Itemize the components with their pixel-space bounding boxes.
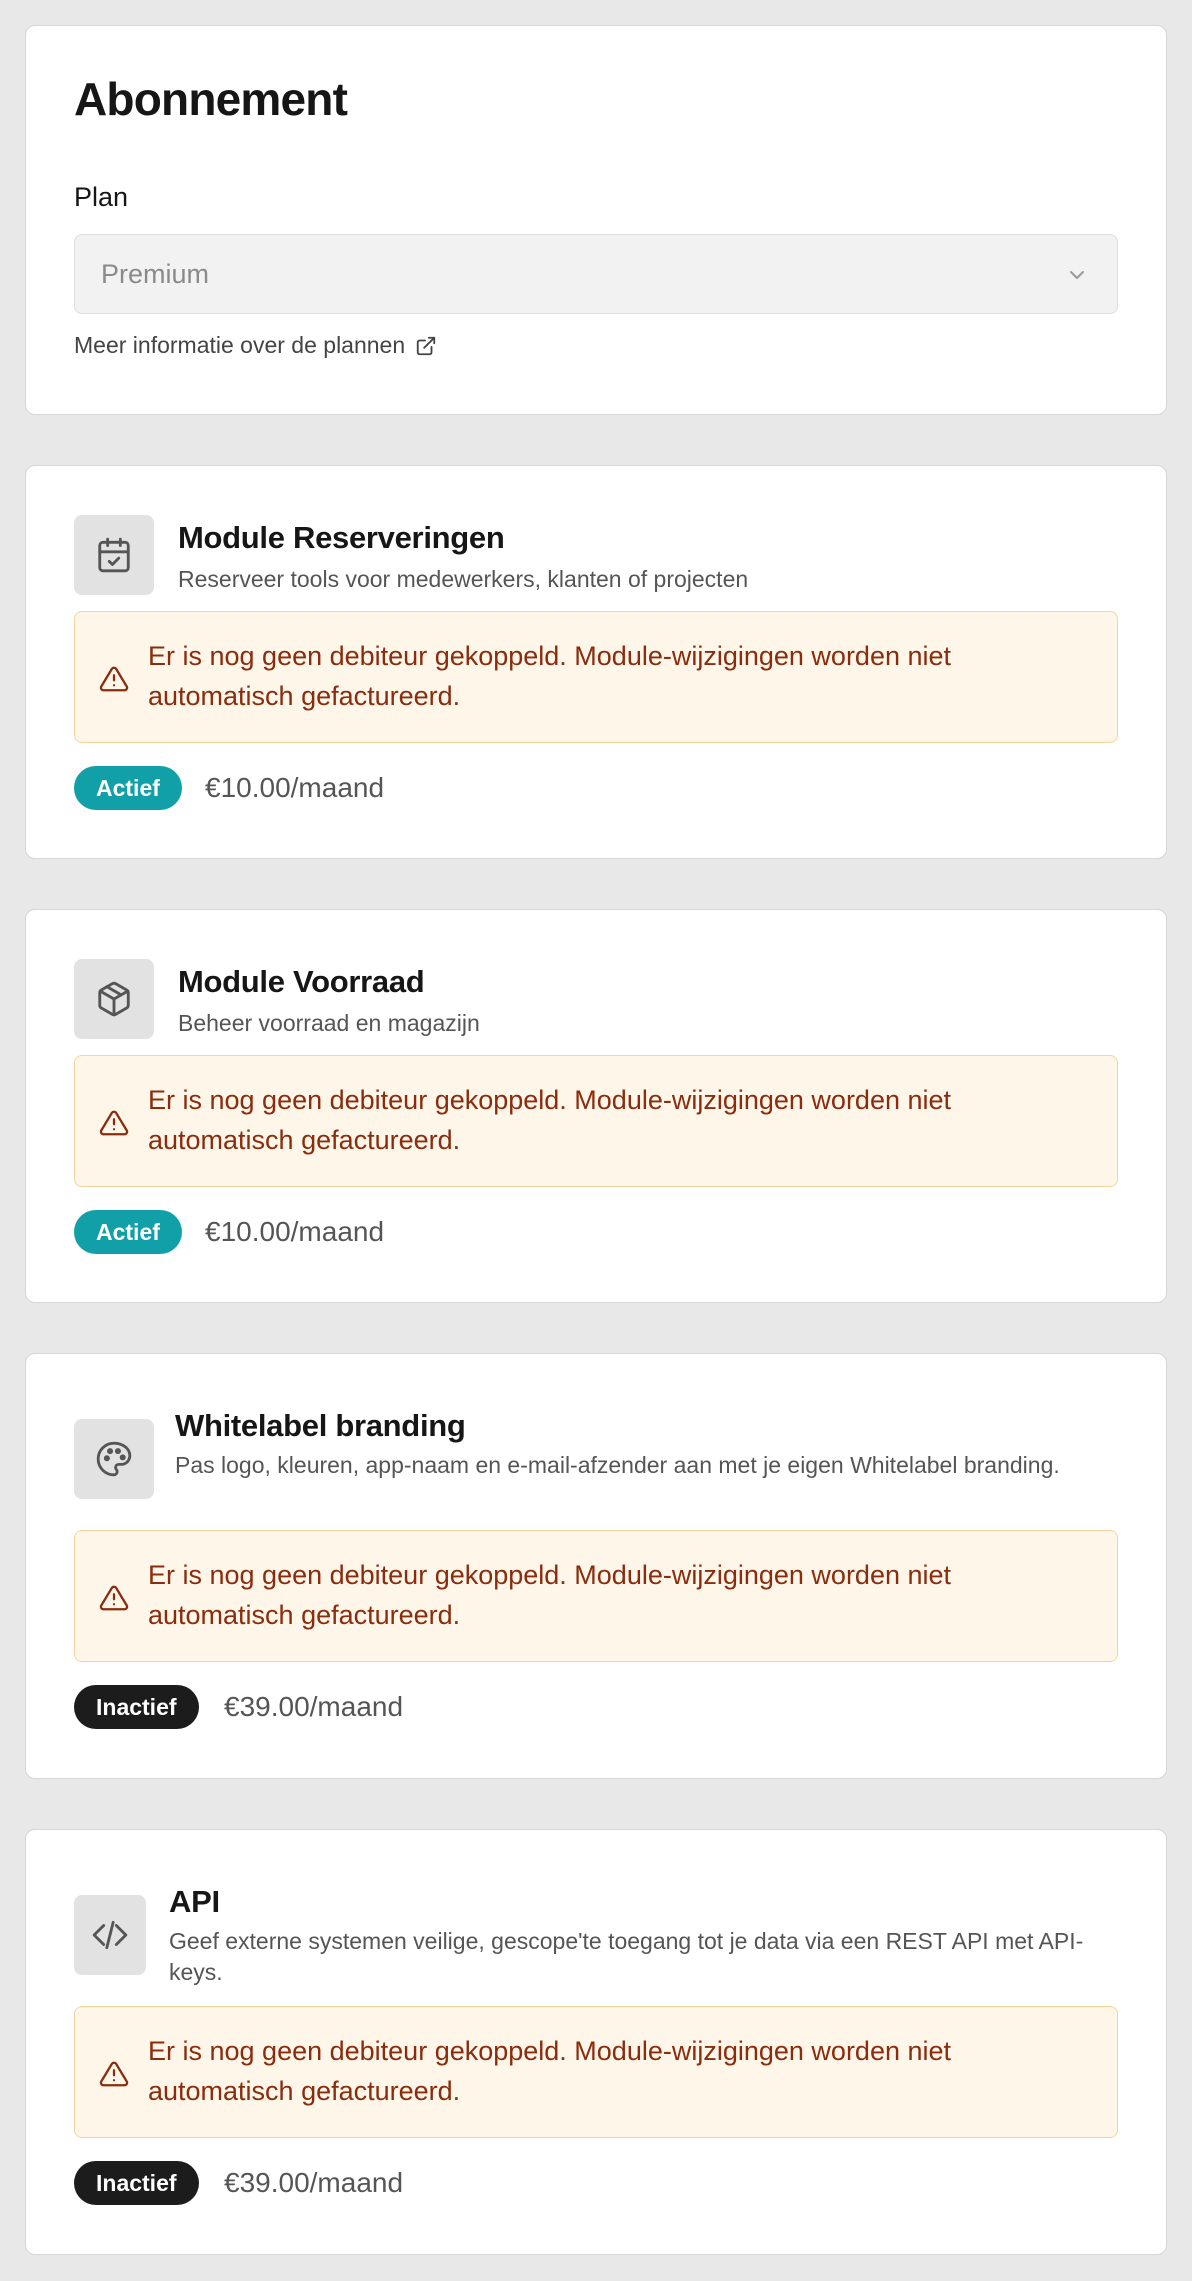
module-price: €39.00/maand [224, 1691, 404, 1722]
calendar-check-icon [98, 537, 130, 573]
module-title: Module Voorraad [178, 964, 425, 999]
warning-triangle-icon [99, 1585, 129, 1611]
billing-warning-text: Er is nog geen debiteur gekoppeld. Modul… [148, 2036, 952, 2106]
module-price: €39.00/maand [224, 2167, 404, 2198]
billing-warning-text: Er is nog geen debiteur gekoppeld. Modul… [148, 1085, 952, 1155]
chevron-down-icon [1070, 271, 1084, 279]
external-link-icon [416, 336, 436, 355]
warning-triangle-icon [99, 1110, 129, 1136]
package-icon [98, 981, 130, 1017]
module-icon-container [74, 1895, 146, 1975]
module-price: €10.00/maand [205, 1216, 385, 1247]
palette-icon [96, 1441, 132, 1477]
warning-triangle-icon [99, 666, 129, 692]
module-card-voorraad: Module Voorraad Beheer voorraad en magaz… [25, 909, 1167, 1303]
billing-warning: Er is nog geen debiteur gekoppeld. Modul… [74, 2006, 1118, 2138]
plan-select-value: Premium [101, 259, 210, 289]
status-badge: Inactief [74, 2161, 199, 2205]
module-description: Reserveer tools voor medewerkers, klante… [178, 566, 749, 592]
billing-warning: Er is nog geen debiteur gekoppeld. Modul… [74, 1055, 1118, 1187]
module-title: Module Reserveringen [178, 520, 505, 555]
code-icon [92, 1920, 128, 1950]
subscription-card: Abonnement Plan Premium Meer informatie … [25, 25, 1167, 415]
module-icon-container [74, 1419, 154, 1499]
module-icon-container [74, 959, 154, 1039]
module-description: Geef externe systemen veilige, gescope't… [169, 1928, 1084, 1985]
module-icon-container [74, 515, 154, 595]
module-price: €10.00/maand [205, 772, 385, 803]
module-title: Whitelabel branding [175, 1408, 466, 1443]
module-description: Beheer voorraad en magazijn [178, 1010, 480, 1036]
plans-info-link[interactable]: Meer informatie over de plannen [74, 332, 437, 359]
status-badge: Actief [74, 1210, 182, 1254]
billing-warning-text: Er is nog geen debiteur gekoppeld. Modul… [148, 1560, 952, 1630]
module-card-api: API Geef externe systemen veilige, gesco… [25, 1829, 1167, 2255]
billing-warning-text: Er is nog geen debiteur gekoppeld. Modul… [148, 641, 952, 711]
status-badge: Actief [74, 766, 182, 810]
plan-label: Plan [74, 182, 129, 212]
module-description: Pas logo, kleuren, app-naam en e-mail-af… [175, 1452, 1060, 1478]
plans-info-link-label: Meer informatie over de plannen [74, 332, 406, 358]
billing-warning: Er is nog geen debiteur gekoppeld. Modul… [74, 1530, 1118, 1662]
module-card-reserveringen: Module Reserveringen Reserveer tools voo… [25, 465, 1167, 859]
plan-select[interactable]: Premium [74, 234, 1118, 314]
module-card-whitelabel: Whitelabel branding Pas logo, kleuren, a… [25, 1353, 1167, 1779]
warning-triangle-icon [99, 2061, 129, 2087]
subscription-title: Abonnement [74, 73, 348, 125]
module-title: API [169, 1884, 220, 1919]
billing-warning: Er is nog geen debiteur gekoppeld. Modul… [74, 611, 1118, 743]
status-badge: Inactief [74, 1685, 199, 1729]
page: Abonnement Plan Premium Meer informatie … [0, 0, 1192, 2281]
